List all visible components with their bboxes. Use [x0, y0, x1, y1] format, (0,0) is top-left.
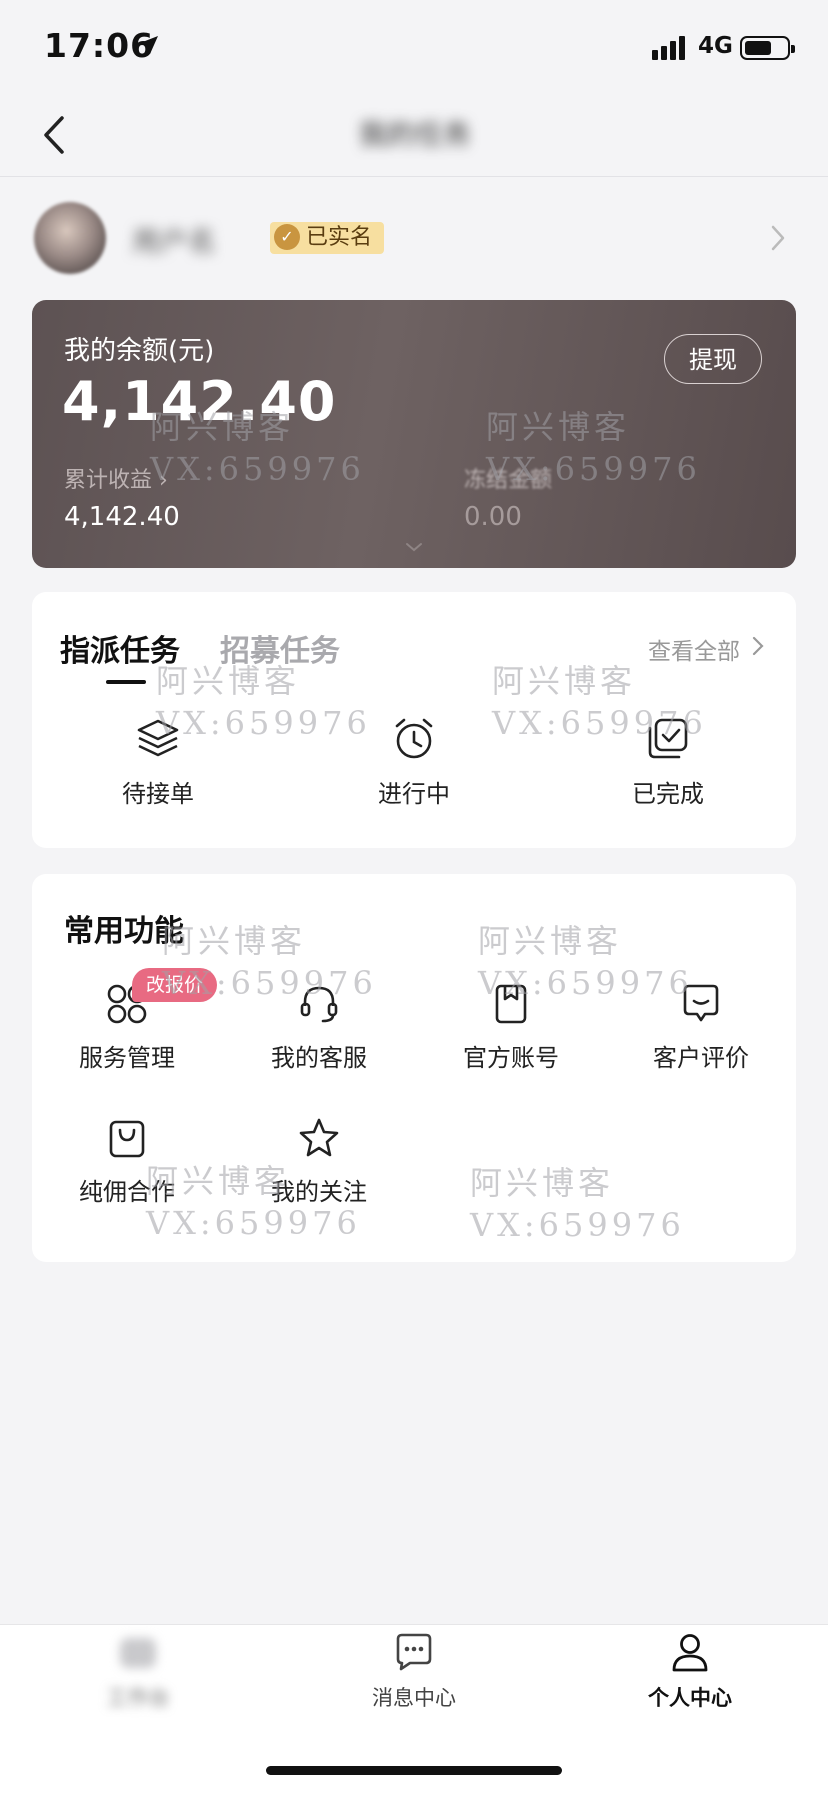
- function-label: 官方账号: [463, 1044, 559, 1072]
- watermark: 阿兴博客 VX:659976: [486, 408, 701, 488]
- page-title: 我的任务: [358, 118, 471, 151]
- tab-workbench[interactable]: 工作台: [68, 1632, 208, 1712]
- tab-label: 消息中心: [372, 1686, 456, 1710]
- cumulative-earnings-value: 4,142.40: [64, 502, 180, 532]
- bag-icon: [109, 1120, 145, 1158]
- battery-icon: [740, 36, 795, 60]
- star-icon: [299, 1118, 339, 1157]
- task-item-label: 待接单: [122, 780, 194, 808]
- signal-bars-icon: [652, 36, 685, 60]
- chevron-right-icon[interactable]: [752, 636, 764, 656]
- verified-badge: ✓ 已实名: [270, 222, 385, 254]
- user-icon: [672, 1634, 708, 1672]
- verified-label: 已实名: [306, 225, 373, 250]
- tab-label: 个人中心: [648, 1686, 732, 1710]
- withdraw-button[interactable]: 提现: [664, 334, 762, 384]
- alarm-clock-icon: [395, 718, 433, 759]
- watermark: 阿兴博客 VX:659976: [146, 1162, 361, 1242]
- function-label: 服务管理: [79, 1044, 175, 1072]
- watermark: 阿兴博客 VX:659976: [478, 922, 693, 1002]
- watermark: 阿兴博客 VX:659976: [150, 408, 365, 488]
- task-item-label: 进行中: [378, 780, 450, 808]
- back-arrow-icon[interactable]: [38, 110, 78, 160]
- watermark: 阿兴博客 VX:659976: [492, 662, 707, 742]
- frozen-amount-value: 0.00: [464, 502, 522, 532]
- home-indicator: [266, 1766, 562, 1775]
- location-arrow-icon: [140, 36, 158, 54]
- chevron-down-icon[interactable]: [404, 541, 424, 553]
- avatar[interactable]: [34, 202, 106, 274]
- watermark: 阿兴博客 VX:659976: [470, 1164, 685, 1244]
- function-label: 我的客服: [271, 1044, 367, 1072]
- watermark: 阿兴博客 VX:659976: [156, 662, 371, 742]
- function-label: 客户评价: [653, 1044, 749, 1072]
- task-item-label: 已完成: [632, 780, 704, 808]
- tab-personal-center[interactable]: 个人中心: [620, 1632, 760, 1712]
- balance-label: 我的余额(元): [64, 336, 215, 366]
- message-icon: [396, 1633, 432, 1671]
- tab-label: 工作台: [106, 1686, 170, 1710]
- network-type: 4G: [698, 33, 733, 59]
- watermark: 阿兴博客 VX:659976: [162, 922, 377, 1002]
- verified-check-icon: ✓: [274, 224, 300, 250]
- tab-message-center[interactable]: 消息中心: [344, 1632, 484, 1712]
- user-name: 用户名: [132, 225, 217, 258]
- active-tab-indicator: [106, 680, 146, 684]
- home-icon: [120, 1638, 156, 1668]
- chevron-right-icon[interactable]: [768, 222, 788, 254]
